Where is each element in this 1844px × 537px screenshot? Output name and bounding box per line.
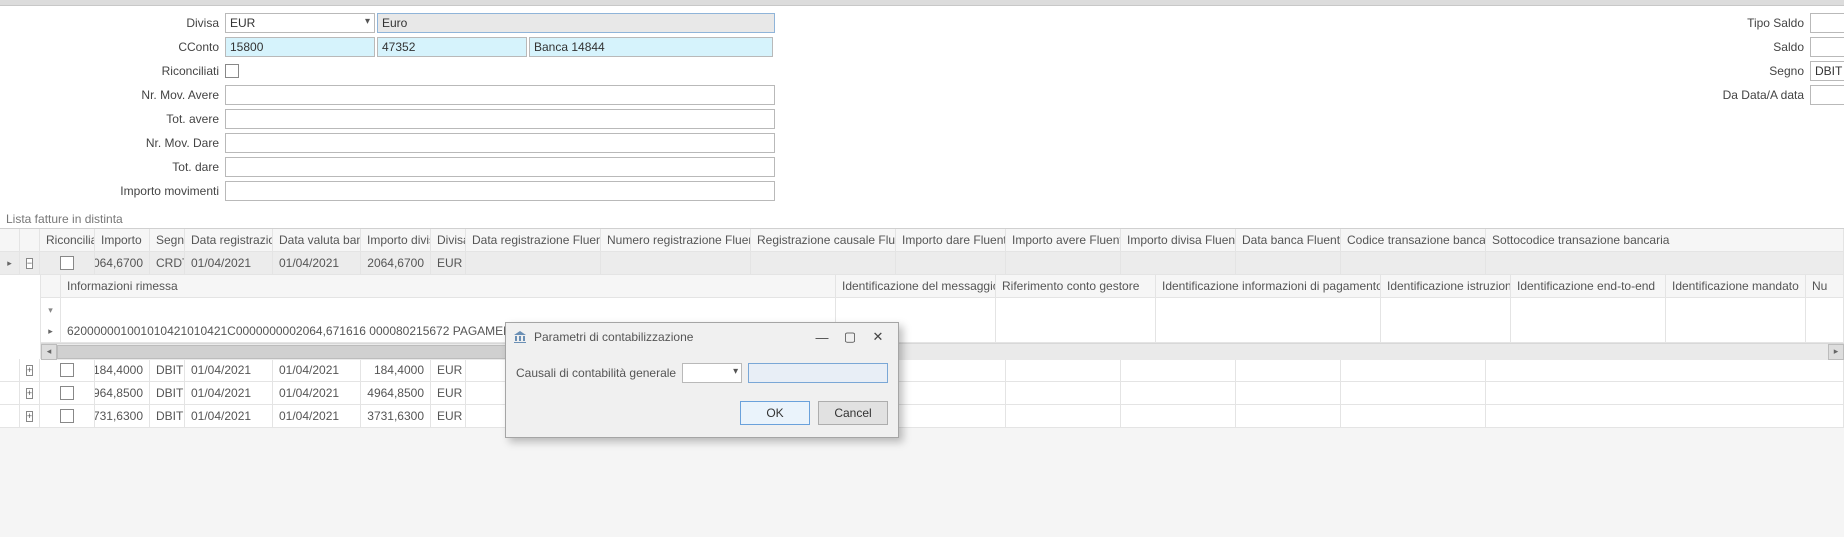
table-row[interactable]: + 184,4000 DBIT 01/04/2021 01/04/2021 18… <box>0 359 1844 382</box>
close-button[interactable]: ✕ <box>864 326 892 348</box>
col-f-data-reg[interactable]: Data registrazione Fluentis <box>466 229 601 251</box>
segno-field[interactable]: DBIT <box>1810 61 1844 81</box>
cell-divisa: EUR <box>431 252 466 274</box>
col-expander <box>0 229 20 251</box>
cell-segno: CRDT <box>150 252 185 274</box>
row-expander[interactable]: − <box>20 252 40 274</box>
cancel-button[interactable]: Cancel <box>818 401 888 425</box>
bank-icon <box>512 329 528 345</box>
nrmov-dare-field[interactable] <box>225 133 775 153</box>
cell-riconciliati[interactable] <box>40 359 95 381</box>
sub-col-ide2e[interactable]: Identificazione end-to-end <box>1511 275 1666 297</box>
table-row[interactable]: + 4964,8500 DBIT 01/04/2021 01/04/2021 4… <box>0 382 1844 405</box>
dialog-title: Parametri di contabilizzazione <box>534 330 693 344</box>
col-importo[interactable]: Importo <box>95 229 150 251</box>
row-expander[interactable]: + <box>20 382 40 404</box>
col-f-num-reg[interactable]: Numero registrazione Fluentis <box>601 229 751 251</box>
col-f-imp-dare[interactable]: Importo dare Fluentis <box>896 229 1006 251</box>
cell-riconciliati[interactable] <box>40 382 95 404</box>
label-cconto: CConto <box>0 40 225 54</box>
label-saldo: Saldo <box>800 40 1810 54</box>
table-row[interactable]: + 3731,6300 DBIT 01/04/2021 01/04/2021 3… <box>0 405 1844 428</box>
cconto-field-1[interactable]: 15800 <box>225 37 375 57</box>
dialog-parametri: Parametri di contabilizzazione — ▢ ✕ Cau… <box>505 322 899 438</box>
col-divisa[interactable]: Divisa <box>431 229 466 251</box>
grid-header: Riconciliati Importo Segno Data registra… <box>0 229 1844 252</box>
col-f-causale[interactable]: Registrazione causale Fluentis <box>751 229 896 251</box>
cell-data-reg: 01/04/2021 <box>185 252 273 274</box>
label-segno: Segno <box>800 64 1810 78</box>
label-nrmov-dare: Nr. Mov. Dare <box>0 136 225 150</box>
sub-row[interactable]: 620000001001010421010421C0000000002064,6… <box>41 320 1844 343</box>
filter-icon[interactable] <box>41 298 61 320</box>
sub-grid-header: Informazioni rimessa Identificazione del… <box>41 275 1844 298</box>
col-checkbox <box>20 229 40 251</box>
label-tot-dare: Tot. dare <box>0 160 225 174</box>
scroll-right-icon[interactable]: ▸ <box>1828 344 1844 360</box>
riconciliati-checkbox[interactable] <box>225 64 239 78</box>
saldo-field[interactable]: 292.803,31 <box>1810 37 1844 57</box>
form-area: Divisa EUR Euro CConto 15800 47352 Banca… <box>0 6 1844 210</box>
sub-col-idinfopag[interactable]: Identificazione informazioni di pagament… <box>1156 275 1381 297</box>
cell-importo-div: 2064,6700 <box>361 252 431 274</box>
dialog-titlebar[interactable]: Parametri di contabilizzazione — ▢ ✕ <box>506 323 898 351</box>
minimize-button[interactable]: — <box>808 326 836 348</box>
label-tot-avere: Tot. avere <box>0 112 225 126</box>
cconto-field-3[interactable]: Banca 14844 <box>529 37 773 57</box>
row-expander[interactable]: + <box>20 405 40 427</box>
col-f-data-banca[interactable]: Data banca Fluentis <box>1236 229 1341 251</box>
label-causali: Causali di contabilità generale <box>516 366 676 380</box>
col-riconciliati[interactable]: Riconciliati <box>40 229 95 251</box>
sub-scrollbar[interactable]: ◂ ▸ <box>41 343 1844 359</box>
sub-grid: Informazioni rimessa Identificazione del… <box>40 275 1844 359</box>
maximize-button[interactable]: ▢ <box>836 326 864 348</box>
label-tipo-saldo: Tipo Saldo <box>800 16 1810 30</box>
scroll-left-icon[interactable]: ◂ <box>41 344 57 360</box>
main-grid: Riconciliati Importo Segno Data registra… <box>0 228 1844 428</box>
sub-col-nu[interactable]: Nu <box>1806 275 1844 297</box>
label-date-range: Da Data/A data <box>800 88 1810 102</box>
row-marker <box>0 252 20 274</box>
col-data-reg[interactable]: Data registrazione <box>185 229 273 251</box>
row-expander[interactable]: + <box>20 359 40 381</box>
label-importo-mov: Importo movimenti <box>0 184 225 198</box>
divisa-combo[interactable]: EUR <box>225 13 375 33</box>
importo-mov-field[interactable] <box>225 181 775 201</box>
ok-button[interactable]: OK <box>740 401 810 425</box>
causali-text[interactable] <box>748 363 888 383</box>
date-from-field[interactable] <box>1810 85 1844 105</box>
sub-col-info[interactable]: Informazioni rimessa <box>61 275 836 297</box>
tot-avere-field[interactable] <box>225 109 775 129</box>
divisa-name: Euro <box>377 13 775 33</box>
col-segno[interactable]: Segno <box>150 229 185 251</box>
table-row[interactable]: − 2064,6700 CRDT 01/04/2021 01/04/2021 2… <box>0 252 1844 275</box>
label-divisa: Divisa <box>0 16 225 30</box>
sub-col-idmsg[interactable]: Identificazione del messaggio <box>836 275 996 297</box>
cell-riconciliati[interactable] <box>40 405 95 427</box>
nrmov-avere-field[interactable] <box>225 85 775 105</box>
label-riconciliati: Riconciliati <box>0 64 225 78</box>
col-f-imp-div[interactable]: Importo divisa Fluentis <box>1121 229 1236 251</box>
sub-col-idistr[interactable]: Identificazione istruzioni <box>1381 275 1511 297</box>
col-importo-div[interactable]: Importo divisa <box>361 229 431 251</box>
sub-col-rifconto[interactable]: Riferimento conto gestore <box>996 275 1156 297</box>
label-nrmov-avere: Nr. Mov. Avere <box>0 88 225 102</box>
cconto-field-2[interactable]: 47352 <box>377 37 527 57</box>
col-data-val[interactable]: Data valuta banca <box>273 229 361 251</box>
cell-importo: 2064,6700 <box>95 252 150 274</box>
sub-col-idmandato[interactable]: Identificazione mandato <box>1666 275 1806 297</box>
cell-data-val: 01/04/2021 <box>273 252 361 274</box>
col-cod-trans[interactable]: Codice transazione bancaria <box>1341 229 1486 251</box>
tot-dare-field[interactable] <box>225 157 775 177</box>
sub-row-marker <box>41 320 61 342</box>
tipo-saldo-field[interactable] <box>1810 13 1844 33</box>
list-title: Lista fatture in distinta <box>0 210 1844 228</box>
col-sub-cod[interactable]: Sottocodice transazione bancaria <box>1486 229 1844 251</box>
causali-combo[interactable] <box>682 363 742 383</box>
col-f-imp-avere[interactable]: Importo avere Fluentis <box>1006 229 1121 251</box>
cell-riconciliati[interactable] <box>40 252 95 274</box>
sub-grid-filter <box>41 298 1844 320</box>
